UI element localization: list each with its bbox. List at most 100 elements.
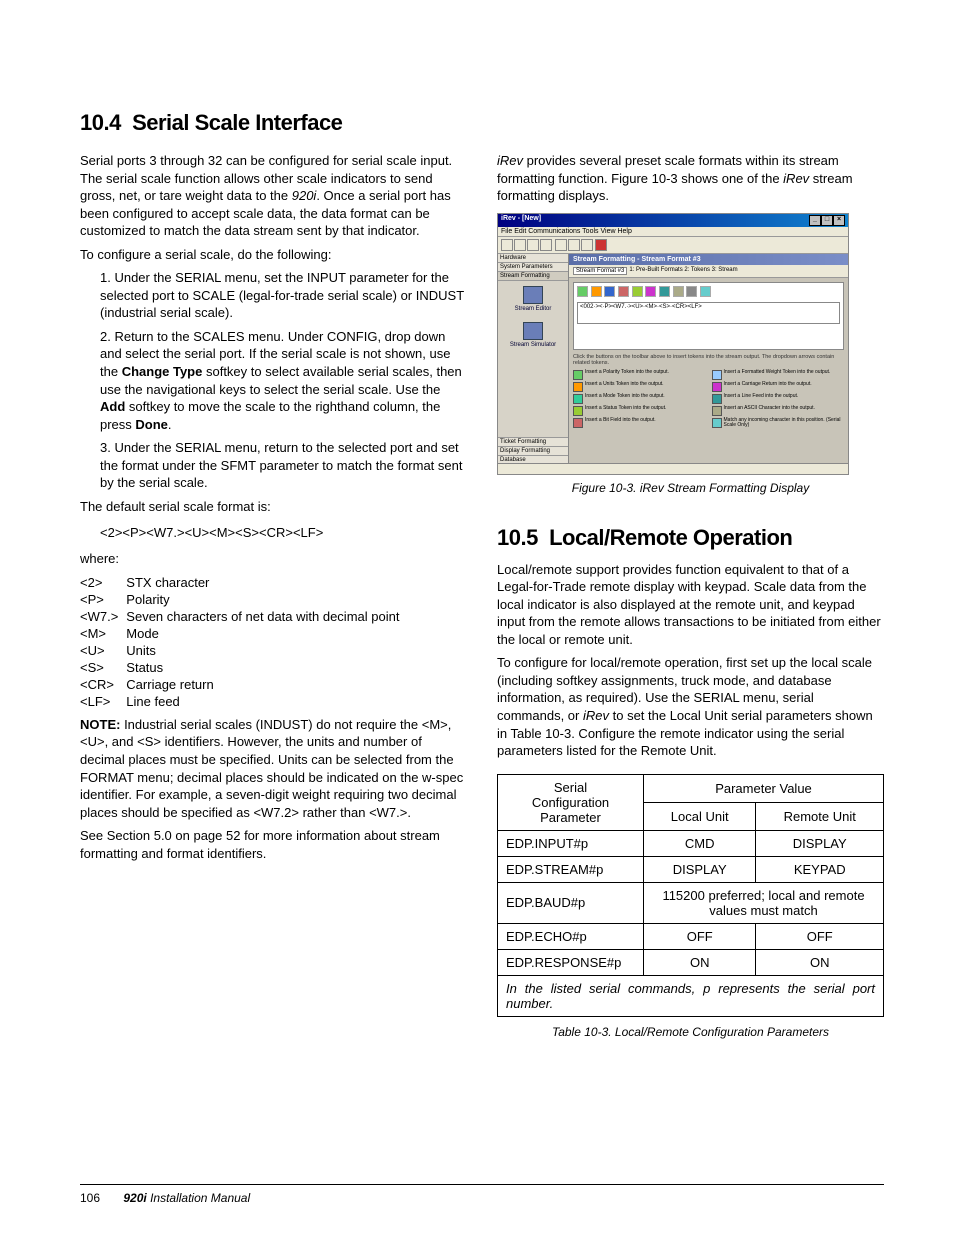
footer-title: Installation Manual [147, 1191, 250, 1205]
menu-bar[interactable]: File Edit Communications Tools View Help [498, 227, 848, 237]
left-column: Serial ports 3 through 32 can be configu… [80, 146, 467, 1039]
where-label: where: [80, 550, 467, 568]
softkey-add: Add [100, 399, 125, 414]
tok-val: Polarity [126, 591, 407, 608]
note-label: NOTE: [80, 717, 120, 732]
status-bar [498, 463, 848, 474]
window-titlebar[interactable]: iRev - [New] _□× [498, 214, 848, 227]
editor-area: <002·><·P><W7.·><U>·<M>·<S>·<CR><LF> [573, 282, 844, 350]
legend-text: Insert a Bit Field into the output. [585, 418, 656, 424]
new-icon[interactable] [501, 239, 513, 251]
swatch-icon [712, 406, 722, 416]
irev-name: iRev [583, 708, 609, 723]
ascii-token-icon[interactable] [673, 286, 684, 297]
legend-row: Insert an ASCII Character into the outpu… [712, 406, 845, 416]
table-footnote-row: In the listed serial commands, p represe… [498, 975, 884, 1016]
legend-row: Match any incoming character in this pos… [712, 418, 845, 429]
fig-irev: iRev [640, 481, 664, 495]
figure-caption: Figure 10-3. iRev Stream Formatting Disp… [497, 481, 884, 495]
paste-icon[interactable] [581, 239, 593, 251]
swatch-icon [712, 370, 722, 380]
cell-local: DISPLAY [643, 856, 755, 882]
weight-token-icon[interactable] [632, 286, 643, 297]
softkey-done: Done [135, 417, 168, 432]
legend-row: Insert a Polarity Token into the output. [573, 370, 706, 380]
lr-p1: Local/remote support provides function e… [497, 561, 884, 649]
sidebar-system-parameters[interactable]: System Parameters [498, 263, 568, 272]
copy-icon[interactable] [568, 239, 580, 251]
tok-key: <CR> [80, 676, 126, 693]
format-string-field[interactable]: <002·><·P><W7.·><U>·<M>·<S>·<CR><LF> [577, 302, 840, 324]
swatch-icon [712, 418, 722, 428]
default-format-label: The default serial scale format is: [80, 498, 467, 516]
note-block: NOTE: Industrial serial scales (INDUST) … [80, 716, 467, 821]
cell-span: 115200 preferred; local and remote value… [643, 882, 883, 923]
legend-text: Insert a Status Token into the output. [585, 406, 666, 412]
window-title: iRev - [New] [501, 215, 541, 226]
sidebar-ticket-formatting[interactable]: Ticket Formatting [498, 437, 568, 446]
status-token-icon[interactable] [618, 286, 629, 297]
tok-val: Mode [126, 625, 407, 642]
sidebar-stream-formatting[interactable]: Stream Formatting [498, 272, 568, 281]
table-row: <LF>Line feed [80, 693, 407, 710]
swatch-icon [573, 406, 583, 416]
print-icon[interactable] [540, 239, 552, 251]
token-toolbar[interactable] [577, 286, 840, 299]
tab-strip[interactable]: 1: Pre-Built Formats 2: Tokens 3: Stream [629, 267, 737, 275]
sidebar-display-formatting[interactable]: Display Formatting [498, 446, 568, 455]
lf-token-icon[interactable] [659, 286, 670, 297]
irev-name: iRev [497, 153, 523, 168]
cell-local: ON [643, 949, 755, 975]
legend-text: Insert a Mode Token into the output. [585, 394, 665, 400]
legend-row: Insert a Status Token into the output. [573, 406, 706, 416]
table-row: EDP.ECHO#p OFF OFF [498, 923, 884, 949]
cr-token-icon[interactable] [645, 286, 656, 297]
cell-param: EDP.BAUD#p [498, 882, 644, 923]
sidebar-hardware[interactable]: Hardware [498, 254, 568, 263]
default-format-string: <2><P><W7.><U><M><S><CR><LF> [100, 525, 467, 540]
swatch-icon [573, 382, 583, 392]
maximize-icon[interactable]: □ [821, 215, 833, 226]
cell-local: OFF [643, 923, 755, 949]
token-definitions-table: <2>STX character <P>Polarity <W7.>Seven … [80, 574, 407, 710]
bit-token-icon[interactable] [686, 286, 697, 297]
tok-val: Seven characters of net data with decima… [126, 608, 407, 625]
mode-token-icon[interactable] [604, 286, 615, 297]
toolbar[interactable] [498, 237, 848, 254]
col-remote: Remote Unit [756, 802, 884, 830]
hint-text: Click the buttons on the toolbar above t… [573, 354, 844, 366]
swatch-icon [573, 370, 583, 380]
polarity-token-icon[interactable] [577, 286, 588, 297]
cut-icon[interactable] [555, 239, 567, 251]
closing-ref: See Section 5.0 on page 52 for more info… [80, 827, 467, 862]
minimize-icon[interactable]: _ [809, 215, 821, 226]
legend-text: Insert a Polarity Token into the output. [585, 370, 669, 376]
footnote-cell: In the listed serial commands, p represe… [498, 975, 884, 1016]
note-text: Industrial serial scales (INDUST) do not… [80, 717, 463, 820]
units-token-icon[interactable] [591, 286, 602, 297]
tok-key: <S> [80, 659, 126, 676]
fig-num: Figure 10-3. [572, 481, 640, 495]
stop-icon[interactable] [595, 239, 607, 251]
tok-key: <2> [80, 574, 126, 591]
open-icon[interactable] [514, 239, 526, 251]
window-buttons[interactable]: _□× [809, 215, 845, 226]
legend-row: Insert a Carriage Return into the output… [712, 382, 845, 392]
step-3: 3. Under the SERIAL menu, return to the … [100, 439, 467, 492]
close-icon[interactable]: × [833, 215, 845, 226]
save-icon[interactable] [527, 239, 539, 251]
cell-param: EDP.ECHO#p [498, 923, 644, 949]
match-token-icon[interactable] [700, 286, 711, 297]
sidebar-stream-simulator[interactable]: Stream Simulator [498, 317, 568, 353]
format-dropdown[interactable]: Stream Format #3 [573, 267, 627, 275]
section-10-4-heading: 10.4 Serial Scale Interface [80, 110, 884, 136]
legend-text: Insert a Units Token into the output. [585, 382, 664, 388]
table-caption: Table 10-3. Local/Remote Configuration P… [497, 1025, 884, 1039]
tok-key: <W7.> [80, 608, 126, 625]
sidebar-stream-editor[interactable]: Stream Editor [498, 281, 568, 317]
local-remote-table: Serial Configuration Parameter Parameter… [497, 774, 884, 1017]
fig-rest: Stream Formatting Display [664, 481, 809, 495]
tok-val: Line feed [126, 693, 407, 710]
table-row: <W7.>Seven characters of net data with d… [80, 608, 407, 625]
page-number: 106 [80, 1191, 100, 1205]
